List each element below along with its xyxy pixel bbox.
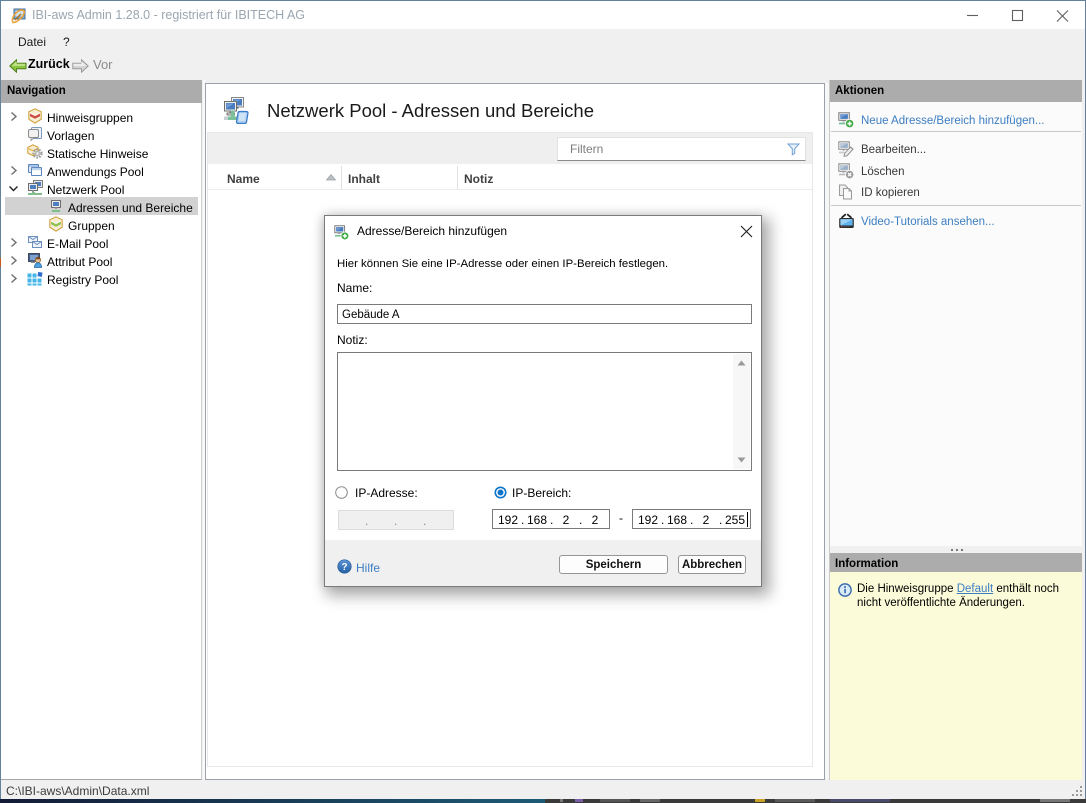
svg-text:?: ? (341, 562, 347, 573)
